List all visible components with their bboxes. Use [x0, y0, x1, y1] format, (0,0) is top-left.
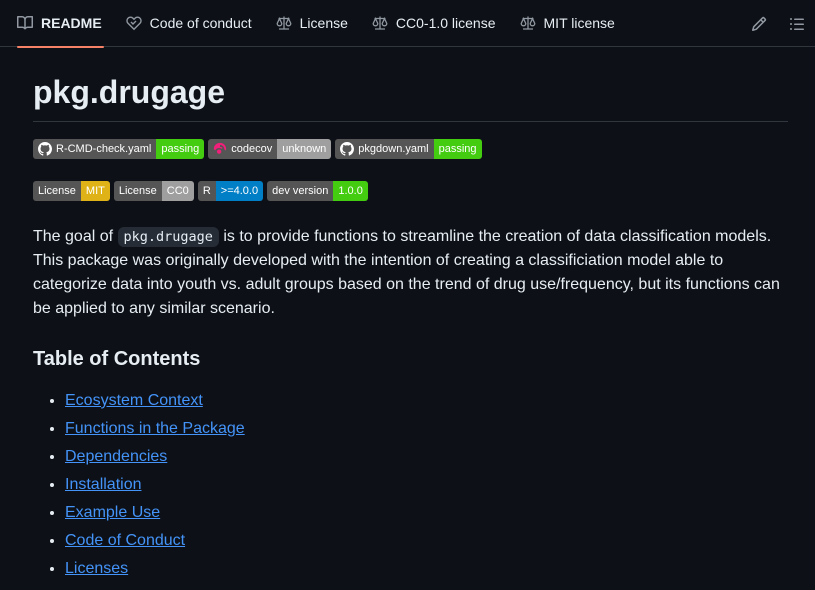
toc-link-ecosystem-context[interactable]: Ecosystem Context — [65, 392, 203, 409]
tab-label: Code of conduct — [149, 15, 252, 31]
page-title: pkg.drugage — [33, 74, 788, 122]
pencil-icon[interactable] — [751, 16, 767, 32]
toc-link-dependencies[interactable]: Dependencies — [65, 448, 167, 465]
scale-icon — [372, 15, 388, 31]
badge-label: codecov — [208, 138, 278, 159]
toc-item: Ecosystem Context — [65, 389, 788, 413]
badge-label: dev version — [267, 180, 334, 201]
tab-label: License — [299, 15, 348, 31]
badge-label-text: codecov — [231, 142, 273, 155]
badge-label-text: License — [118, 184, 157, 197]
toc-list: Ecosystem Context Functions in the Packag… — [33, 389, 788, 581]
badge-status: passing — [433, 138, 482, 159]
tab-list: README Code of conduct License CC0-1.0 lice… — [0, 0, 623, 48]
badge-pkgdown-yaml[interactable]: pkgdown.yaml passing — [335, 138, 482, 159]
toc-heading: Table of Contents — [33, 347, 201, 370]
badge-status: 1.0.0 — [333, 180, 368, 201]
toc-link-functions-in-the-package[interactable]: Functions in the Package — [65, 420, 245, 437]
toc-item: Example Use — [65, 501, 788, 525]
badge-label-text: R — [202, 184, 211, 197]
badge-label: pkgdown.yaml — [335, 138, 434, 159]
badge-label-text: dev version — [272, 184, 329, 197]
badge-r[interactable]: R >=4.0.0 — [197, 180, 264, 201]
badge-label-text: License — [38, 184, 76, 197]
badge-label-text: R-CMD-check.yaml — [56, 142, 152, 155]
toc-link-example-use[interactable]: Example Use — [65, 504, 160, 521]
toc-link-code-of-conduct[interactable]: Code of Conduct — [65, 532, 185, 549]
description-text-before: The goal of — [33, 227, 118, 245]
readme-content: pkg.drugage R-CMD-check.yaml passing codec… — [33, 47, 788, 585]
badge-label: R — [197, 180, 216, 201]
badge-status: unknown — [277, 138, 332, 159]
badge-status: CC0 — [161, 180, 194, 201]
tab-bar: README Code of conduct License CC0-1.0 lice… — [0, 0, 815, 48]
scale-icon — [520, 15, 536, 31]
badge-status: passing — [156, 138, 205, 159]
tab-actions — [729, 0, 805, 47]
tab-cc0-1-0-license[interactable]: CC0-1.0 license — [364, 0, 504, 47]
tab-label: MIT license — [543, 15, 615, 31]
toc-link-installation[interactable]: Installation — [65, 476, 142, 493]
badge-r-cmd-check-yaml[interactable]: R-CMD-check.yaml passing — [33, 138, 205, 159]
badge-license[interactable]: License CC0 — [113, 180, 194, 201]
badge-status: >=4.0.0 — [215, 180, 264, 201]
badge-label: License — [33, 180, 81, 201]
badge-row-1: R-CMD-check.yaml passing codecov unknown pkg… — [33, 138, 788, 159]
toc-item: Installation — [65, 473, 788, 497]
book-icon — [17, 15, 33, 31]
toc-item: Functions in the Package — [65, 417, 788, 441]
list-icon[interactable] — [789, 16, 805, 32]
badge-codecov[interactable]: codecov unknown — [208, 138, 332, 159]
scale-icon — [276, 15, 292, 31]
toc-item: Dependencies — [65, 445, 788, 469]
tab-label: README — [41, 15, 102, 31]
tab-license[interactable]: License — [268, 0, 356, 47]
tab-label: CC0-1.0 license — [395, 15, 496, 31]
badge-label-text: pkgdown.yaml — [358, 142, 429, 155]
badge-row-2: License MIT License CC0 R >=4.0.0 dev version 1… — [33, 180, 788, 201]
heart-handshake-icon — [125, 15, 142, 31]
tab-mit-license[interactable]: MIT license — [512, 0, 623, 47]
toc-link-licenses[interactable]: Licenses — [65, 560, 128, 577]
inline-code: pkg.drugage — [117, 226, 219, 247]
badge-dev-version[interactable]: dev version 1.0.0 — [267, 180, 368, 201]
codecov-icon — [213, 142, 227, 156]
toc-item: Licenses — [65, 557, 788, 581]
tab-readme[interactable]: README — [9, 0, 110, 48]
tab-code-of-conduct[interactable]: Code of conduct — [118, 0, 260, 47]
github-icon — [38, 141, 52, 156]
github-icon — [340, 141, 355, 156]
toc-item: Code of Conduct — [65, 529, 788, 553]
description: The goal of pkg.drugage is to provide fu… — [33, 225, 788, 321]
badge-label: License — [113, 180, 162, 201]
badge-label: R-CMD-check.yaml — [33, 138, 157, 159]
badge-license[interactable]: License MIT — [33, 180, 110, 201]
badge-status: MIT — [80, 180, 110, 201]
